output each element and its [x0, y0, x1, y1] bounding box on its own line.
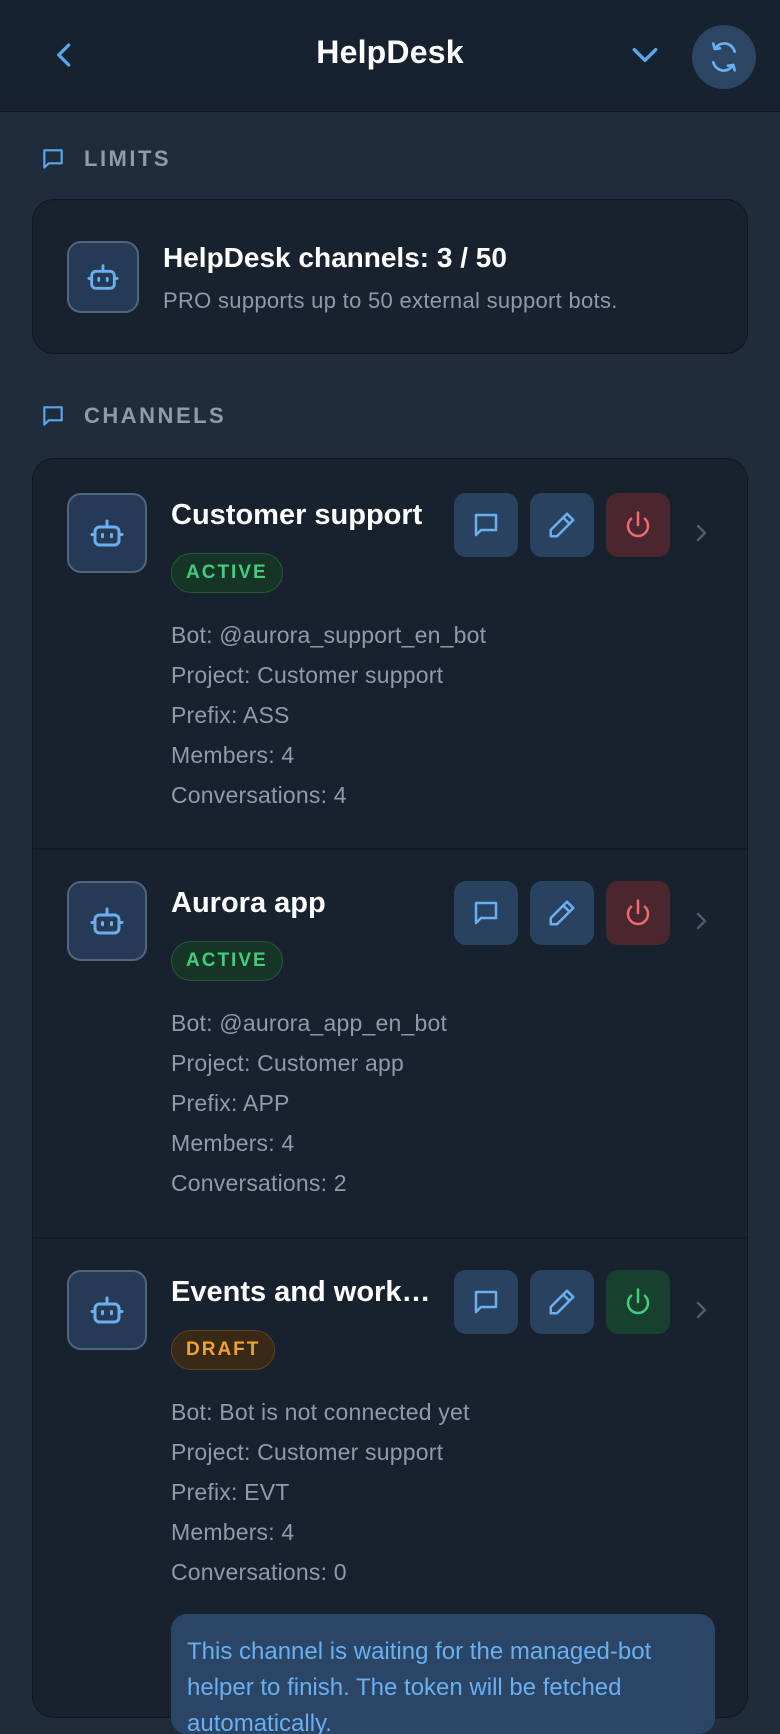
edit-button[interactable]	[530, 493, 594, 557]
chevron-right-icon	[696, 912, 707, 930]
message-square-icon	[474, 1290, 498, 1314]
bot-icon	[90, 519, 124, 547]
status-badge: ACTIVE	[171, 553, 283, 593]
message-square-icon	[43, 149, 63, 169]
pending-notice: This channel is waiting for the managed-…	[171, 1614, 715, 1734]
open-chat-button[interactable]	[454, 493, 518, 557]
activate-button[interactable]	[606, 1270, 670, 1334]
channel-prefix: Prefix: APP	[171, 1090, 290, 1116]
message-square-icon	[43, 406, 63, 426]
deactivate-button[interactable]	[606, 493, 670, 557]
open-chat-button[interactable]	[454, 881, 518, 945]
dropdown-button[interactable]	[620, 30, 670, 80]
channel-item[interactable]: Customer support ACTIVE Bot: @aurora_sup…	[33, 459, 747, 849]
message-square-icon	[474, 513, 498, 537]
channel-bot: Bot: @aurora_support_en_bot	[171, 622, 487, 648]
channel-conversations: Conversations: 0	[171, 1559, 347, 1585]
channel-name: Aurora app	[171, 887, 326, 919]
power-icon	[626, 1288, 650, 1315]
open-chat-button[interactable]	[454, 1270, 518, 1334]
channel-name: Events and workshops	[171, 1276, 436, 1308]
deactivate-button[interactable]	[606, 881, 670, 945]
channel-project: Project: Customer support	[171, 662, 444, 688]
channel-project: Project: Customer support	[171, 1439, 444, 1465]
limits-card: HelpDesk channels: 3 / 50 PRO supports u…	[32, 199, 748, 354]
channel-members: Members: 4	[171, 742, 295, 768]
status-badge: ACTIVE	[171, 941, 283, 981]
channel-bot: Bot: Bot is not connected yet	[171, 1399, 470, 1425]
channels-section-label: CHANNELS	[40, 403, 226, 429]
channels-label-text: CHANNELS	[84, 403, 227, 428]
pencil-icon	[549, 900, 575, 926]
pencil-icon	[549, 512, 575, 538]
limits-label-text: LIMITS	[84, 146, 172, 171]
edit-button[interactable]	[530, 1270, 594, 1334]
channel-item[interactable]: Events and workshops DRAFT Bot: Bot is n…	[33, 1238, 747, 1734]
power-icon	[626, 511, 650, 538]
channel-item[interactable]: Aurora app ACTIVE Bot: @aurora_app_en_bo…	[33, 849, 747, 1238]
refresh-button[interactable]	[692, 25, 756, 89]
power-icon	[626, 899, 650, 926]
bot-avatar	[67, 881, 147, 961]
top-bar: HelpDesk	[0, 0, 780, 112]
message-square-icon	[474, 901, 498, 925]
chevron-down-icon	[632, 47, 658, 63]
status-badge: DRAFT	[171, 1330, 276, 1370]
refresh-icon	[712, 42, 736, 72]
channel-project: Project: Customer app	[171, 1050, 405, 1076]
channel-name: Customer support	[171, 499, 423, 531]
bot-icon	[87, 264, 119, 290]
chevron-right-icon	[696, 1301, 707, 1319]
channel-conversations: Conversations: 4	[171, 782, 347, 808]
channel-members: Members: 4	[171, 1130, 295, 1156]
channel-conversations: Conversations: 2	[171, 1170, 347, 1196]
bot-icon	[90, 907, 124, 935]
channels-card: Customer support ACTIVE Bot: @aurora_sup…	[32, 458, 748, 1734]
channel-bot: Bot: @aurora_app_en_bot	[171, 1010, 448, 1036]
edit-button[interactable]	[530, 881, 594, 945]
chevron-right-icon	[696, 524, 707, 542]
bot-avatar	[67, 493, 147, 573]
limits-subtitle: PRO supports up to 50 external support b…	[163, 288, 618, 313]
channel-prefix: Prefix: EVT	[171, 1479, 290, 1505]
channel-members: Members: 4	[171, 1519, 295, 1545]
limits-section-label: LIMITS	[40, 146, 171, 172]
limits-title: HelpDesk channels: 3 / 50	[163, 242, 507, 273]
channel-prefix: Prefix: ASS	[171, 702, 290, 728]
bot-icon	[90, 1296, 124, 1324]
bot-avatar	[67, 241, 139, 313]
bot-avatar	[67, 1270, 147, 1350]
pencil-icon	[549, 1289, 575, 1315]
